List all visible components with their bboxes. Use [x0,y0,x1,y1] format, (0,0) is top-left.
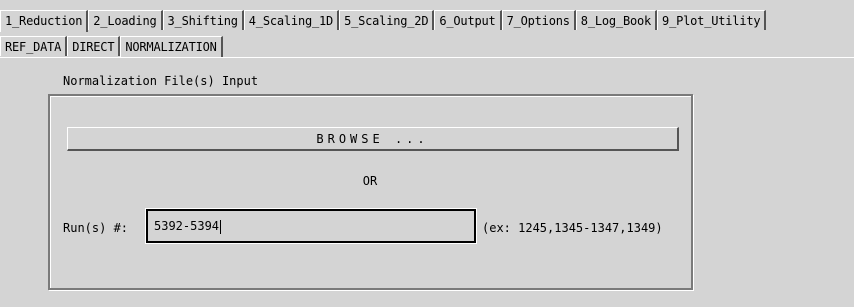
tab-log-book[interactable]: 8_Log_Book [575,10,658,30]
tab-output[interactable]: 6_Output [434,10,502,30]
tab-direct[interactable]: DIRECT [67,36,121,56]
tab-shifting[interactable]: 3_Shifting [162,10,244,30]
tab-plot-utility[interactable]: 9_Plot_Utility [657,10,767,30]
tab-options[interactable]: 7_Options [501,10,576,30]
tab-scaling-1d[interactable]: 4_Scaling_1D [243,10,340,30]
tab-normalization[interactable]: NORMALIZATION [120,36,223,58]
browse-button[interactable]: BROWSE ... [67,127,679,151]
section-title: Normalization File(s) Input [63,74,259,88]
input-frame [48,94,693,290]
runs-example-hint: (ex: 1245,1345-1347,1349) [482,221,663,235]
runs-input-value: 5392-5394 [154,219,220,233]
tab-ref-data[interactable]: REF_DATA [0,36,68,56]
runs-label: Run(s) #: [63,221,129,235]
or-label: OR [362,174,378,188]
tab-reduction[interactable]: 1_Reduction [0,10,89,32]
text-cursor [220,219,222,234]
tab-scaling-2d[interactable]: 5_Scaling_2D [339,10,435,30]
main-tab-bar: 1_Reduction 2_Loading 3_Shifting 4_Scali… [0,10,767,32]
sub-tab-bar: REF_DATA DIRECT NORMALIZATION [0,36,223,58]
runs-input[interactable]: 5392-5394 [145,208,477,244]
tab-loading[interactable]: 2_Loading [88,10,163,30]
